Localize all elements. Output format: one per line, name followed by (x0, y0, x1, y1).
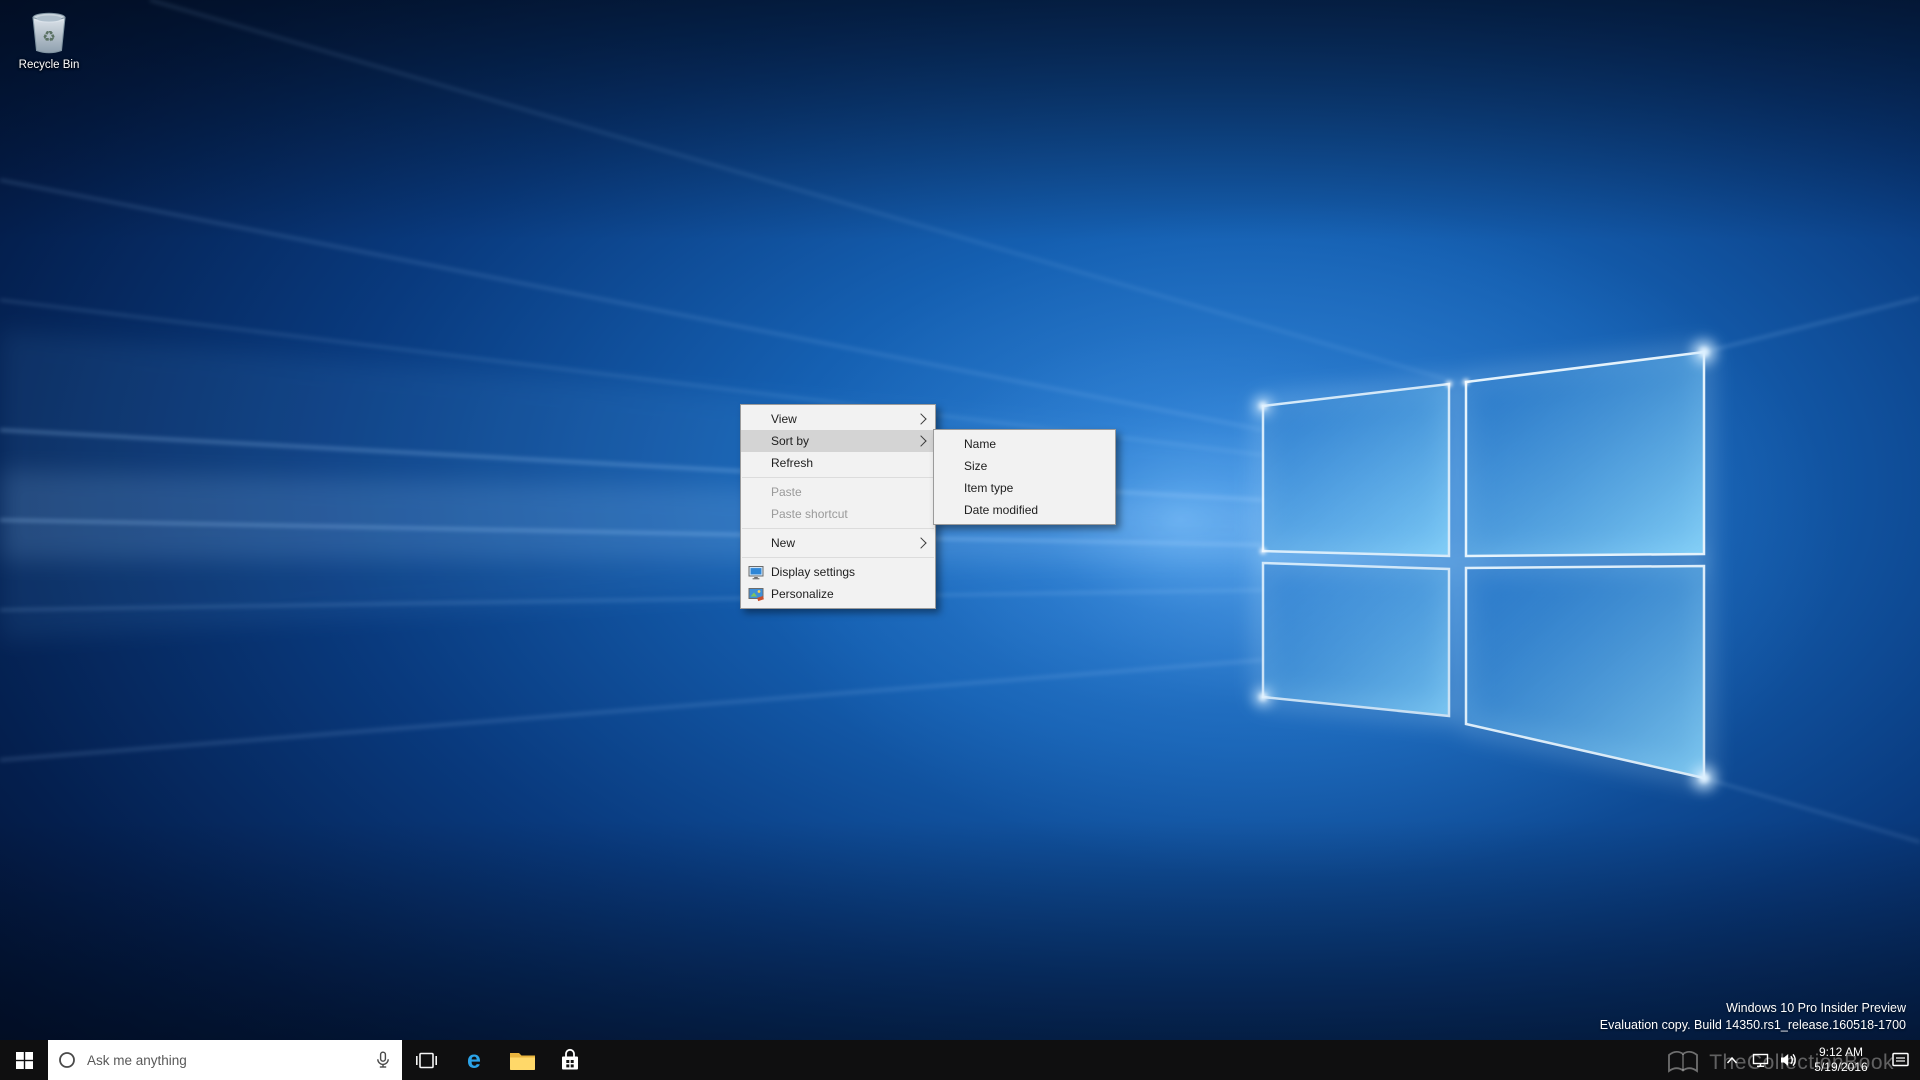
menu-item-refresh[interactable]: Refresh (741, 452, 935, 474)
volume-icon (1780, 1053, 1796, 1067)
submenu-item-item-type[interactable]: Item type (934, 477, 1115, 499)
file-explorer-button[interactable] (498, 1040, 546, 1080)
taskbar: e (0, 1040, 1920, 1080)
wallpaper-hero-image (0, 0, 1920, 1080)
store-icon (557, 1047, 583, 1073)
menu-item-new[interactable]: New (741, 532, 935, 554)
microphone-icon[interactable] (374, 1051, 392, 1069)
system-tray: 9:12 AM 5/19/2016 (1718, 1040, 1920, 1080)
desktop-icon-label: Recycle Bin (19, 59, 80, 71)
submenu-item-date-modified[interactable]: Date modified (934, 499, 1115, 521)
action-center-icon (1891, 1051, 1910, 1069)
winver-line1: Windows 10 Pro Insider Preview (1600, 1000, 1906, 1017)
windows-logo-icon (16, 1052, 33, 1069)
svg-text:e: e (467, 1046, 481, 1074)
winver-line2: Evaluation copy. Build 14350.rs1_release… (1600, 1017, 1906, 1034)
chevron-right-icon (915, 539, 929, 547)
personalize-icon (741, 586, 771, 602)
desktop[interactable]: ♻ Recycle Bin View Sort by Refresh Paste (0, 0, 1920, 1080)
search-input[interactable] (85, 1052, 365, 1069)
volume-tray-button[interactable] (1774, 1040, 1802, 1080)
task-view-icon (415, 1049, 438, 1072)
menu-item-sort-by[interactable]: Sort by (741, 430, 935, 452)
menu-item-paste[interactable]: Paste (741, 481, 935, 503)
taskbar-clock[interactable]: 9:12 AM 5/19/2016 (1802, 1040, 1880, 1080)
desktop-icon-recycle-bin[interactable]: ♻ Recycle Bin (6, 6, 92, 71)
menu-separator (742, 528, 934, 529)
menu-item-display-settings[interactable]: Display settings (741, 561, 935, 583)
chevron-right-icon (915, 437, 929, 445)
desktop-context-menu: View Sort by Refresh Paste Paste shortcu… (740, 404, 936, 609)
file-explorer-icon (509, 1050, 536, 1071)
store-button[interactable] (546, 1040, 594, 1080)
cortana-icon (58, 1051, 76, 1069)
evaluation-copy-watermark: Windows 10 Pro Insider Preview Evaluatio… (1600, 1000, 1906, 1034)
menu-separator (742, 557, 934, 558)
menu-item-view[interactable]: View (741, 408, 935, 430)
network-icon (1752, 1053, 1769, 1068)
cortana-search-box[interactable] (48, 1040, 402, 1080)
edge-icon: e (460, 1046, 488, 1074)
chevron-right-icon (915, 415, 929, 423)
chevron-up-icon (1726, 1056, 1738, 1065)
submenu-item-size[interactable]: Size (934, 455, 1115, 477)
edge-button[interactable]: e (450, 1040, 498, 1080)
sort-by-submenu: Name Size Item type Date modified (933, 429, 1116, 525)
hidden-icons-button[interactable] (1718, 1040, 1746, 1080)
submenu-item-name[interactable]: Name (934, 433, 1115, 455)
start-button[interactable] (0, 1040, 48, 1080)
menu-separator (742, 477, 934, 478)
display-settings-icon (741, 564, 771, 580)
task-view-button[interactable] (402, 1040, 450, 1080)
clock-time: 9:12 AM (1819, 1045, 1863, 1060)
recycle-bin-icon: ♻ (25, 6, 73, 56)
menu-item-personalize[interactable]: Personalize (741, 583, 935, 605)
action-center-button[interactable] (1880, 1040, 1920, 1080)
clock-date: 5/19/2016 (1814, 1060, 1867, 1075)
svg-text:♻: ♻ (42, 29, 56, 46)
network-tray-button[interactable] (1746, 1040, 1774, 1080)
menu-item-paste-shortcut[interactable]: Paste shortcut (741, 503, 935, 525)
